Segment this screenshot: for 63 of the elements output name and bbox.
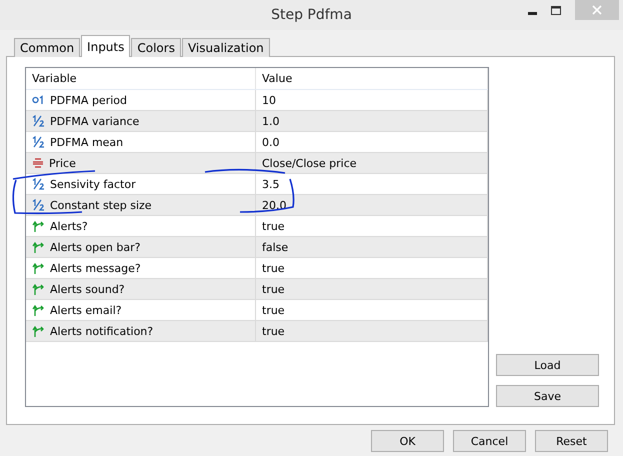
column-header: Variable xyxy=(26,68,256,89)
variable-cell[interactable]: Alerts sound? xyxy=(26,279,256,299)
value-cell[interactable]: true xyxy=(256,300,488,320)
pen-stroke xyxy=(240,178,294,213)
variable-name: Alerts email? xyxy=(50,304,122,316)
list-icon xyxy=(32,158,44,168)
side-button[interactable]: Save xyxy=(496,385,599,407)
integer-icon xyxy=(32,95,45,105)
window-title: Step Pdfma xyxy=(271,7,352,23)
maximize-icon[interactable] xyxy=(551,6,561,15)
value-cell[interactable]: true xyxy=(256,279,488,299)
value-cell[interactable]: 10 xyxy=(256,90,488,110)
variable-name: Alerts message? xyxy=(50,262,141,274)
value-cell[interactable]: 20.0 xyxy=(256,195,488,215)
variable-name: Price xyxy=(49,156,76,170)
variable-cell[interactable]: Price xyxy=(26,153,256,173)
tab[interactable]: Colors xyxy=(131,38,181,57)
fraction-icon xyxy=(32,136,45,148)
variable-name: Sensivity factor xyxy=(50,178,136,190)
value-cell[interactable]: 0.0 xyxy=(256,132,488,152)
variable-cell[interactable]: PDFMA period xyxy=(26,90,256,110)
value-cell[interactable]: false xyxy=(256,237,488,257)
variable-cell[interactable]: Alerts notification? xyxy=(26,321,256,341)
fraction-icon xyxy=(32,178,45,190)
dialog-button[interactable]: Reset xyxy=(535,430,608,452)
value-cell[interactable]: 1.0 xyxy=(256,111,488,131)
value-cell[interactable]: true xyxy=(256,321,488,341)
variable-cell[interactable]: Alerts? xyxy=(26,216,256,236)
branch-arrow-icon xyxy=(32,325,45,337)
variable-name: Alerts open bar? xyxy=(50,240,140,254)
value-cell[interactable]: true xyxy=(256,258,488,278)
tab[interactable]: Visualization xyxy=(182,38,270,57)
tab[interactable]: Common xyxy=(14,38,80,57)
variable-cell[interactable]: PDFMA variance xyxy=(26,111,256,131)
variable-name: PDFMA mean xyxy=(50,136,124,148)
variable-name: Alerts? xyxy=(50,220,88,232)
variable-cell[interactable]: Sensivity factor xyxy=(26,174,256,194)
variable-name: Constant step size xyxy=(50,198,152,212)
branch-arrow-icon xyxy=(32,283,45,295)
variable-cell[interactable]: Alerts email? xyxy=(26,300,256,320)
branch-arrow-icon xyxy=(32,241,45,253)
branch-arrow-icon xyxy=(32,262,45,274)
value-cell[interactable]: 3.5 xyxy=(256,174,488,194)
variable-name: PDFMA period xyxy=(50,94,127,106)
fraction-icon xyxy=(32,115,45,127)
column-header: Value xyxy=(256,68,488,89)
variable-name: Alerts notification? xyxy=(50,324,154,338)
fraction-icon xyxy=(32,199,45,211)
minimize-icon[interactable] xyxy=(528,12,537,16)
tab[interactable]: Inputs xyxy=(81,35,130,57)
variable-name: Alerts sound? xyxy=(50,282,125,296)
variable-name: PDFMA variance xyxy=(50,114,140,128)
branch-arrow-icon xyxy=(32,304,45,316)
variable-cell[interactable]: Alerts open bar? xyxy=(26,237,256,257)
value-cell[interactable]: true xyxy=(256,216,488,236)
dialog-button[interactable]: OK xyxy=(371,430,444,452)
dialog-button[interactable]: Cancel xyxy=(453,430,526,452)
variable-cell[interactable]: Constant step size xyxy=(26,195,256,215)
variable-cell[interactable]: Alerts message? xyxy=(26,258,256,278)
branch-arrow-icon xyxy=(32,220,45,232)
side-button[interactable]: Load xyxy=(496,354,599,376)
value-cell[interactable]: Close/Close price xyxy=(256,153,488,173)
variable-cell[interactable]: PDFMA mean xyxy=(26,132,256,152)
